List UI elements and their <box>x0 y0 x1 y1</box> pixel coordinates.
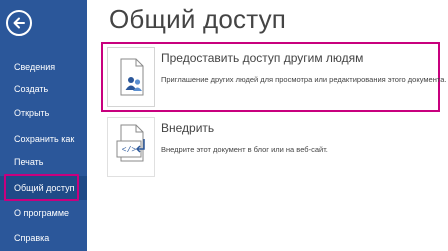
back-button[interactable] <box>6 10 32 36</box>
option-title: Предоставить доступ другим людям <box>161 51 364 65</box>
embed-document-icon: </> <box>107 117 155 177</box>
option-description: Внедрите этот документ в блог или на веб… <box>161 145 328 154</box>
svg-text:</>: </> <box>122 146 137 155</box>
option-embed[interactable]: </> Внедрить Внедрите этот документ в бл… <box>101 112 440 182</box>
sidebar-item-print[interactable]: Печать <box>0 150 87 174</box>
sidebar-item-save-as[interactable]: Сохранить как <box>0 127 87 151</box>
sidebar-item-open[interactable]: Открыть <box>0 101 87 125</box>
sidebar-item-info[interactable]: Сведения <box>0 55 87 79</box>
sidebar-item-new[interactable]: Создать <box>0 77 87 101</box>
back-arrow-icon <box>13 17 25 29</box>
sidebar-item-about[interactable]: О программе <box>0 201 87 225</box>
people-document-icon <box>107 47 155 107</box>
page-title: Общий доступ <box>109 4 287 34</box>
selection-highlight <box>4 174 79 201</box>
backstage-sidebar: Сведения Создать Открыть Сохранить как П… <box>0 0 87 251</box>
option-description: Приглашение других людей для просмотра и… <box>161 75 447 84</box>
option-title: Внедрить <box>161 121 215 135</box>
option-share-with-people[interactable]: Предоставить доступ другим людям Приглаш… <box>101 42 446 112</box>
sidebar-item-help[interactable]: Справка <box>0 226 87 250</box>
